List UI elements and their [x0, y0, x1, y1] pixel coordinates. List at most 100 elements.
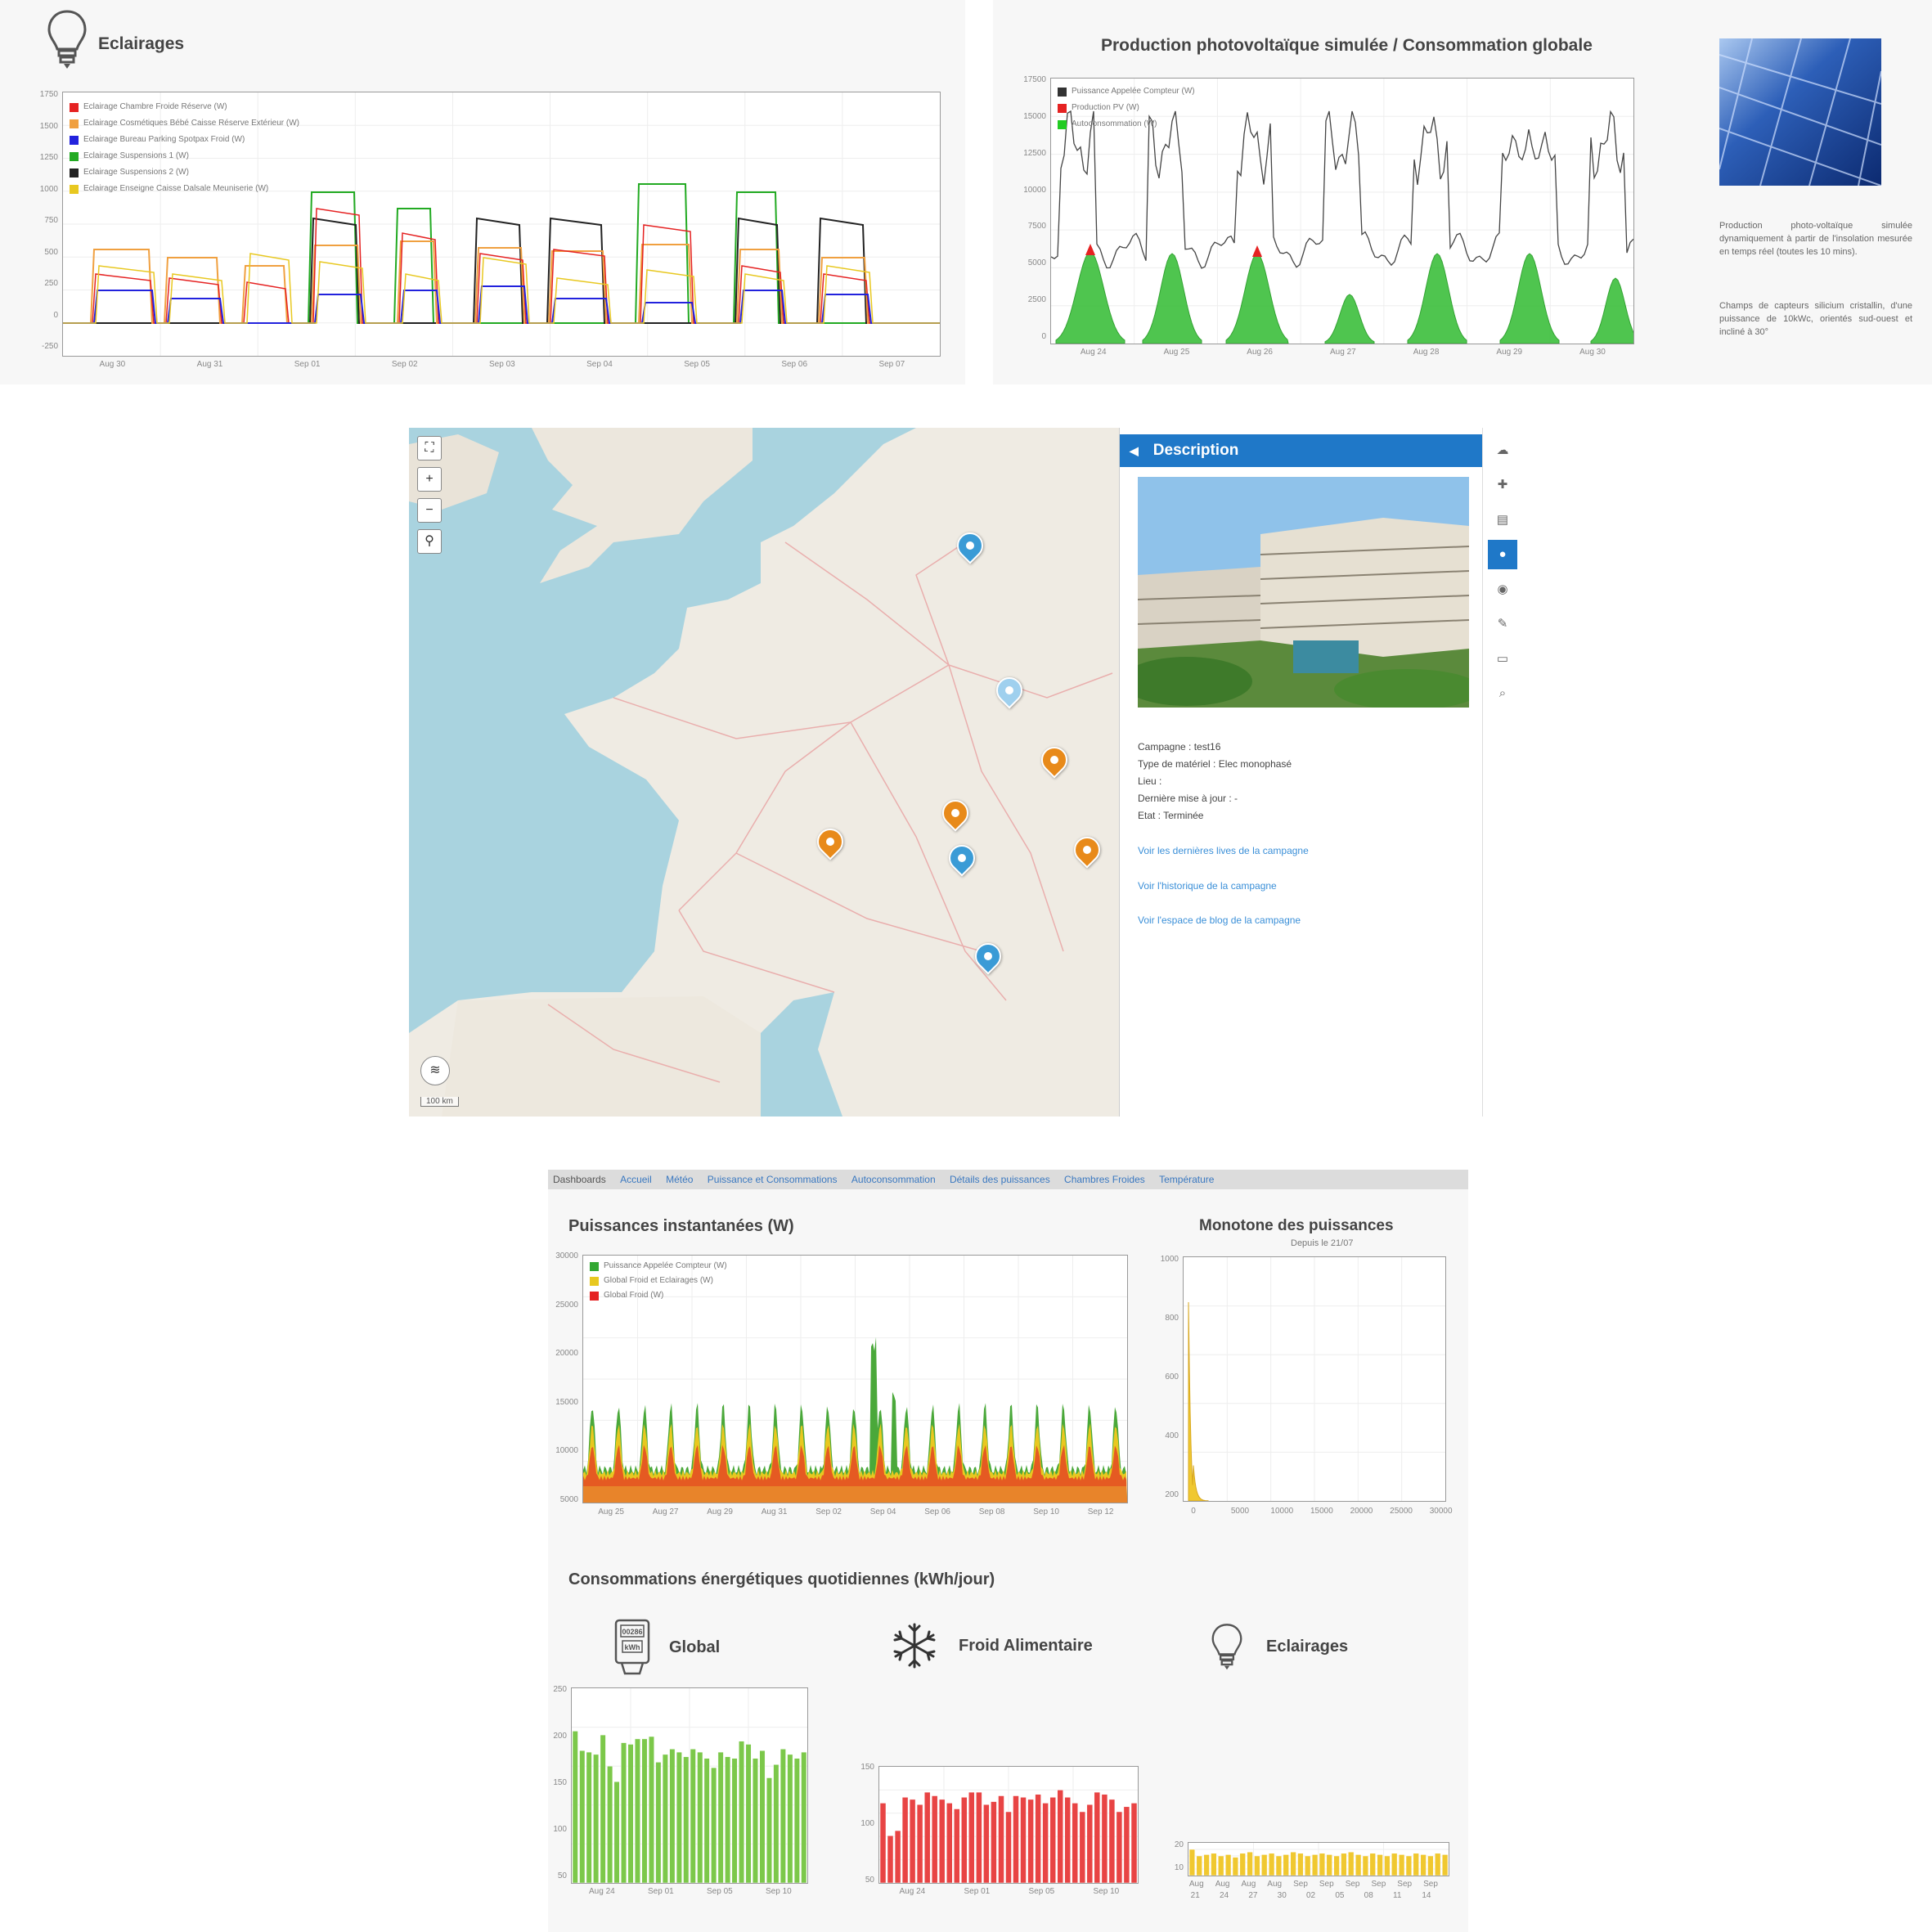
building-photo: [1138, 477, 1469, 708]
dashboard-panel: Dashboards Accueil Météo Puissance et Co…: [548, 1170, 1468, 1932]
instant-x-axis: Aug 25 Aug 27 Aug 29 Aug 31 Sep 02 Sep 04 Sep …: [582, 1507, 1126, 1524]
y-tick-label: 1750: [39, 90, 58, 99]
category-eclairages: Eclairages: [1209, 1618, 1348, 1675]
x-tick-label: Sep 10: [1033, 1507, 1059, 1516]
monitor-icon[interactable]: ▭: [1488, 645, 1517, 674]
legend-item: Puissance Appelée Compteur (W): [590, 1259, 727, 1274]
link-blog[interactable]: Voir l'espace de blog de la campagne: [1138, 914, 1301, 926]
cloud-icon[interactable]: ☁: [1488, 436, 1517, 465]
y-tick-label: 200: [1165, 1490, 1179, 1499]
eclairages-bar: [1247, 1851, 1253, 1876]
category-froid: Froid Alimentaire: [890, 1621, 1093, 1670]
monotone-curve: [1184, 1257, 1445, 1501]
eclairages-bar-chart: [1188, 1842, 1449, 1876]
eclairages-bar: [1254, 1855, 1260, 1876]
global-bar: [627, 1744, 634, 1883]
edit-icon[interactable]: ✎: [1488, 609, 1517, 639]
global-bar: [676, 1751, 682, 1883]
nav-details[interactable]: Détails des puissances: [950, 1174, 1050, 1185]
pv-legend: Puissance Appelée Compteur (W) Production…: [1058, 83, 1195, 133]
x-tick-label: Sep 04: [869, 1507, 896, 1516]
map-canvas[interactable]: ⛶ + − ⚲ ≋ 100 km: [409, 428, 1119, 1117]
y-tick-label: 20000: [555, 1349, 578, 1359]
x-tick-label: 27: [1248, 1891, 1258, 1900]
zoom-out-button[interactable]: −: [417, 498, 442, 523]
y-tick-label: 1250: [39, 153, 58, 162]
legend-swatch: [1058, 103, 1067, 113]
monotone-area: [1188, 1301, 1209, 1501]
legend-item: Eclairage Suspensions 2 (W): [70, 164, 299, 181]
eclairages-bar: [1232, 1857, 1239, 1876]
locate-button[interactable]: ⚲: [417, 529, 442, 554]
pv-autoconsumption-area: [1407, 253, 1467, 344]
legend-label: Eclairage Cosmétiques Bébé Caisse Réserv…: [83, 119, 299, 128]
list-icon[interactable]: ▤: [1488, 505, 1517, 535]
eye-icon[interactable]: ◉: [1488, 575, 1517, 604]
froid-bar: [968, 1791, 975, 1883]
froid-bar: [901, 1797, 909, 1883]
link-latest-lives[interactable]: Voir les dernières lives de la campagne: [1138, 845, 1309, 856]
x-tick-label: Sep: [1423, 1880, 1438, 1889]
eclairages-bar: [1224, 1854, 1232, 1876]
legend-label: Eclairage Suspensions 1 (W): [83, 151, 189, 160]
global-bar: [801, 1751, 807, 1883]
map-toolbar: ☁ ✚ ▤ ● ◉ ✎ ▭ ⌕: [1482, 428, 1521, 1117]
fullscreen-button[interactable]: ⛶: [417, 436, 442, 461]
lighting-y-axis: 1750 1500 1250 1000 750 500 250 0 -250: [25, 90, 61, 352]
x-tick-label: Sep 12: [1087, 1507, 1114, 1516]
category-global-label: Global: [669, 1638, 721, 1656]
eclairages-bar: [1413, 1853, 1419, 1876]
legend-label: Puissance Appelée Compteur (W): [1072, 87, 1195, 96]
x-tick-label: 24: [1220, 1891, 1229, 1900]
global-bar: [593, 1754, 600, 1883]
eclairages-y-axis: 20 10: [1170, 1840, 1186, 1873]
x-tick-label: Aug 24: [1080, 348, 1107, 357]
nav-chambres[interactable]: Chambres Froides: [1064, 1174, 1145, 1185]
search-icon[interactable]: ⌕: [1488, 679, 1517, 708]
global-bar: [662, 1754, 668, 1883]
nav-autoconsommation[interactable]: Autoconsommation: [851, 1174, 936, 1185]
eclairages-bar: [1297, 1853, 1304, 1876]
pv-title: Production photovoltaïque simulée / Cons…: [1101, 36, 1593, 55]
nav-accueil[interactable]: Accueil: [620, 1174, 652, 1185]
eclairages-x-axis: Aug Aug Aug Aug Sep Sep Sep Sep Sep Sep 21 24 27 30 02…: [1188, 1880, 1448, 1907]
y-tick-label: 800: [1165, 1314, 1179, 1323]
nav-meteo[interactable]: Météo: [666, 1174, 693, 1185]
froid-bar: [1027, 1799, 1034, 1883]
x-tick-label: Sep 06: [781, 360, 808, 369]
nav-dashboards[interactable]: Dashboards: [553, 1174, 606, 1185]
global-bar: [613, 1781, 620, 1883]
description-header[interactable]: ◀ Description: [1120, 434, 1484, 467]
nav-temperature[interactable]: Température: [1159, 1174, 1214, 1185]
layers-button[interactable]: ≋: [420, 1056, 450, 1085]
froid-bar: [946, 1803, 953, 1883]
global-bar: [780, 1749, 786, 1883]
x-tick-label: Sep 01: [964, 1887, 991, 1896]
froid-bar: [1116, 1811, 1123, 1883]
froid-bar: [991, 1801, 997, 1883]
x-tick-label: Aug: [1188, 1880, 1204, 1889]
eclairages-bar: [1348, 1851, 1355, 1876]
eclairages-bar: [1384, 1855, 1391, 1876]
plus-icon[interactable]: ✚: [1488, 470, 1517, 500]
instant-legend: Puissance Appelée Compteur (W) Global Fro…: [590, 1259, 727, 1303]
lighting-series-line: [63, 285, 940, 324]
legend-label: Eclairage Suspensions 2 (W): [83, 168, 189, 177]
info-icon[interactable]: ●: [1488, 540, 1517, 569]
x-tick-label: Sep 01: [294, 360, 321, 369]
x-tick-label: 14: [1422, 1891, 1431, 1900]
x-tick-label: Sep 10: [1093, 1887, 1120, 1896]
froid-bar: [1079, 1811, 1086, 1883]
y-tick-label: 12500: [1023, 148, 1046, 158]
pv-description-1: Production photo-voltaïque simulée dynam…: [1719, 221, 1912, 257]
x-tick-label: Sep 02: [815, 1507, 842, 1516]
pv-x-axis: Aug 24 Aug 25 Aug 26 Aug 27 Aug 28 Aug 29 Aug …: [1050, 348, 1633, 364]
nav-puissance[interactable]: Puissance et Consommations: [708, 1174, 838, 1185]
eclairages-bar: [1377, 1854, 1383, 1876]
map-land: [409, 428, 1119, 1117]
zoom-in-button[interactable]: +: [417, 467, 442, 492]
dashboard-nav: Dashboards Accueil Météo Puissance et Co…: [548, 1170, 1468, 1189]
link-history[interactable]: Voir l'historique de la campagne: [1138, 880, 1277, 892]
legend-label: Production PV (W): [1072, 103, 1139, 112]
category-eclairages-label: Eclairages: [1266, 1637, 1349, 1656]
